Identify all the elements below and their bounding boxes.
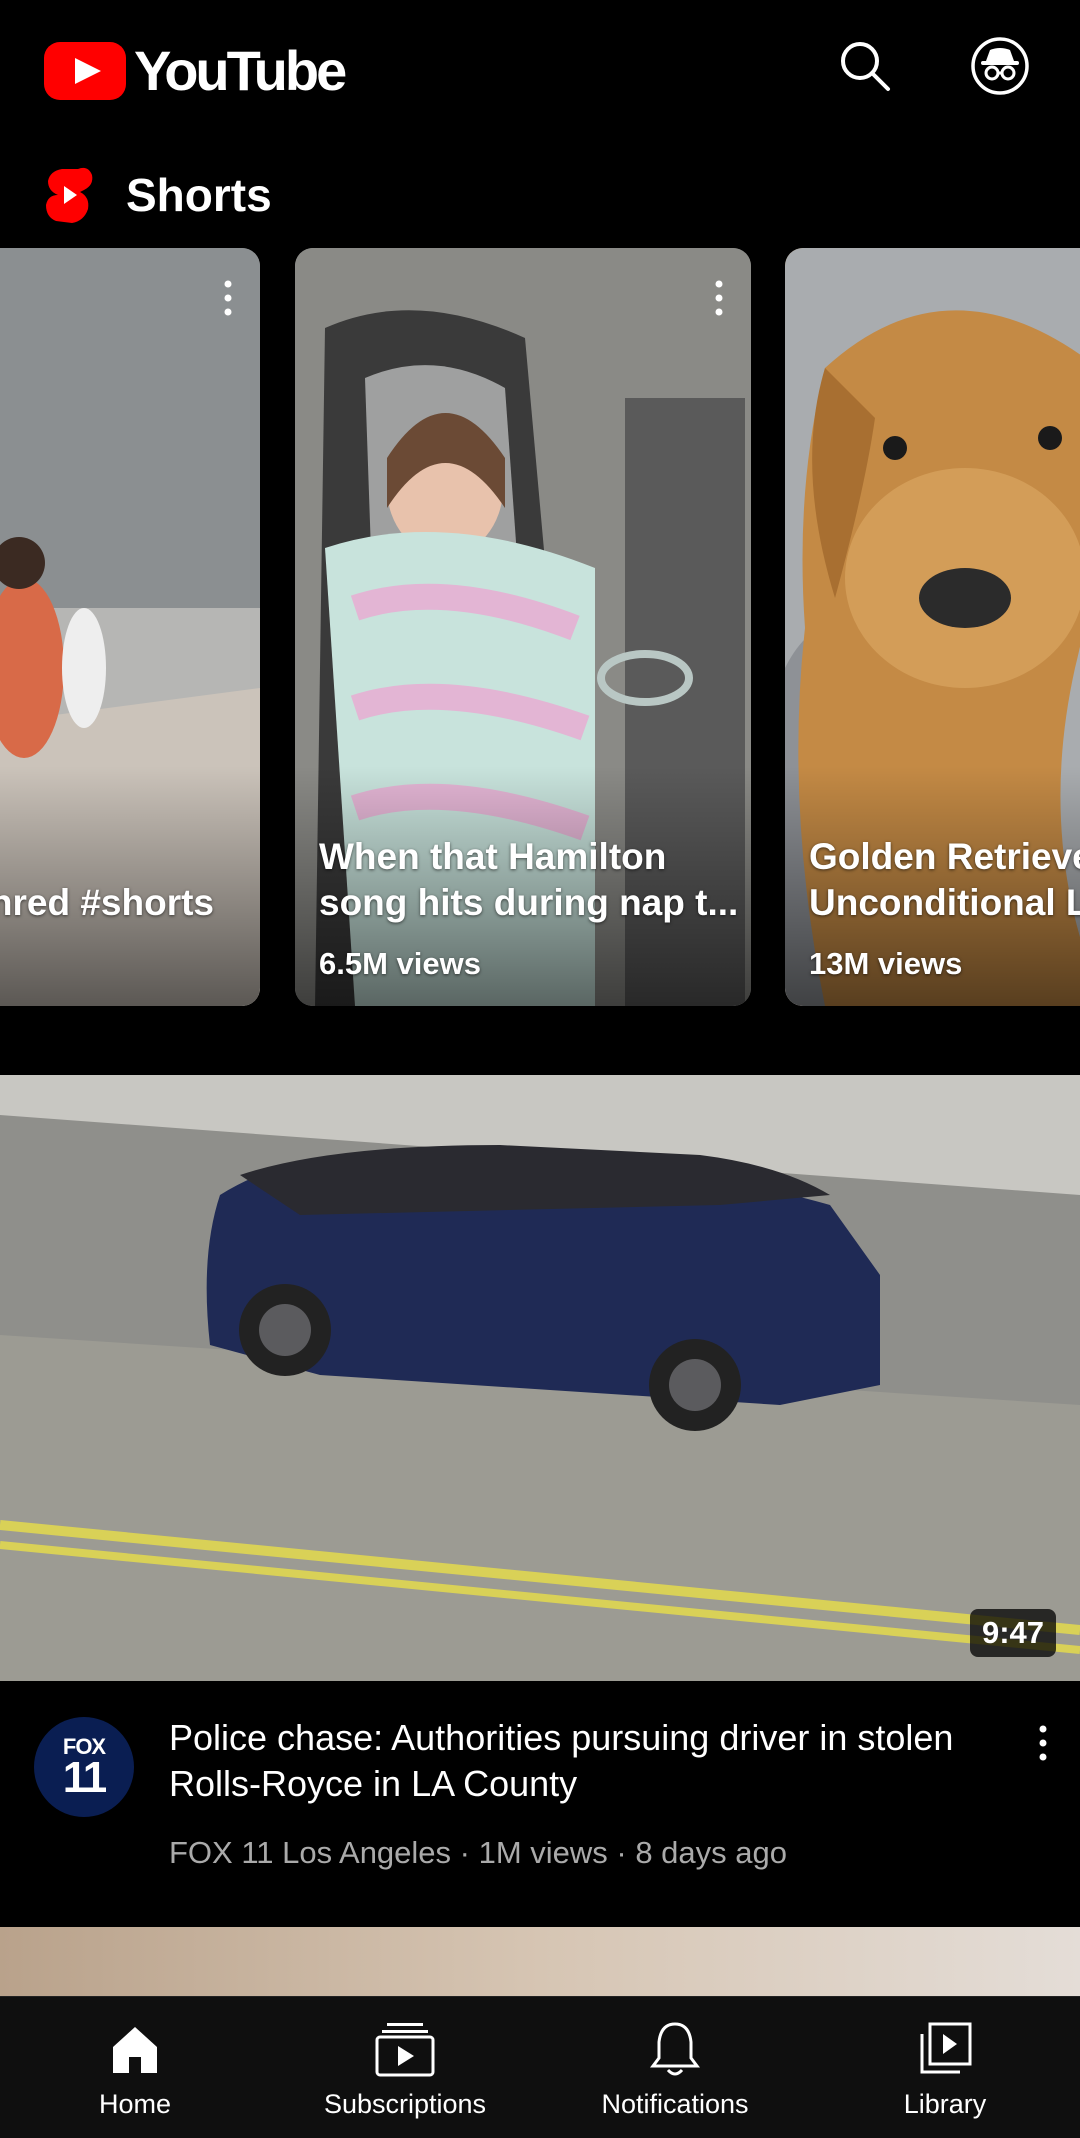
- video-duration-badge: 9:47: [969, 1609, 1056, 1657]
- channel-avatar[interactable]: FOX 11: [34, 1717, 134, 1817]
- video-thumbnail-car-image: [0, 1075, 1080, 1681]
- short-card[interactable]: When that Hamilton song hits during nap …: [295, 248, 751, 1006]
- search-button[interactable]: [835, 36, 895, 96]
- home-icon: [105, 2019, 165, 2079]
- subscriptions-icon: [375, 2019, 435, 2079]
- next-video-thumbnail[interactable]: [0, 1927, 1080, 1997]
- channel-avatar-text-bottom: 11: [62, 1753, 107, 1802]
- shorts-section-header: Shorts: [44, 160, 272, 230]
- video-title[interactable]: Police chase: Authorities pursuing drive…: [169, 1715, 989, 1807]
- incognito-account-button[interactable]: [970, 36, 1030, 96]
- app-name: YouTube: [134, 39, 347, 102]
- shorts-section-title: Shorts: [126, 169, 272, 221]
- nav-item-subscriptions[interactable]: Subscriptions: [270, 1997, 540, 2138]
- bell-icon: [645, 2019, 705, 2079]
- short-card[interactable]: Golden Retrieve Unconditional L 13M view…: [785, 248, 1080, 1006]
- nav-item-home[interactable]: Home: [0, 1997, 270, 2138]
- bottom-navigation-bar: Home Subscriptions Notifications Library: [0, 1996, 1080, 2138]
- nav-label-subscriptions: Subscriptions: [323, 2089, 487, 2119]
- top-app-bar: YouTube: [0, 0, 1080, 136]
- youtube-play-logo-icon: [44, 41, 126, 100]
- nav-label-home: Home: [98, 2089, 172, 2119]
- short-card[interactable]: nred #shorts: [0, 248, 260, 1006]
- nav-item-library[interactable]: Library: [810, 1997, 1080, 2138]
- nav-label-library: Library: [903, 2089, 987, 2119]
- youtube-home-page: YouTube Shorts nred #shorts When that Ha…: [0, 0, 1080, 2138]
- short-view-count: 13M views: [809, 946, 963, 981]
- short-view-count: 6.5M views: [319, 946, 481, 981]
- search-icon: [841, 42, 890, 91]
- more-vert-icon[interactable]: [220, 278, 236, 318]
- shorts-carousel[interactable]: nred #shorts When that Hamilton song hit: [0, 248, 1080, 1006]
- short-title: Golden Retrieve Unconditional L: [809, 836, 1080, 923]
- short-title: nred #shorts: [0, 882, 214, 923]
- nav-item-notifications[interactable]: Notifications: [540, 1997, 810, 2138]
- library-icon: [915, 2019, 975, 2079]
- video-details[interactable]: FOX 11 Police chase: Authorities pursuin…: [0, 1681, 1080, 1876]
- nav-label-notifications: Notifications: [601, 2089, 749, 2119]
- short-title: When that Hamilton song hits during nap …: [319, 836, 739, 923]
- more-vert-icon[interactable]: [711, 278, 727, 318]
- video-metadata: FOX 11 Los Angeles · 1M views · 8 days a…: [169, 1835, 788, 1870]
- youtube-logo[interactable]: YouTube: [44, 38, 347, 103]
- video-thumbnail[interactable]: 9:47: [0, 1075, 1080, 1681]
- incognito-icon: [971, 37, 1029, 95]
- shorts-logo-icon: [46, 167, 93, 223]
- more-vert-icon[interactable]: [1036, 1723, 1050, 1763]
